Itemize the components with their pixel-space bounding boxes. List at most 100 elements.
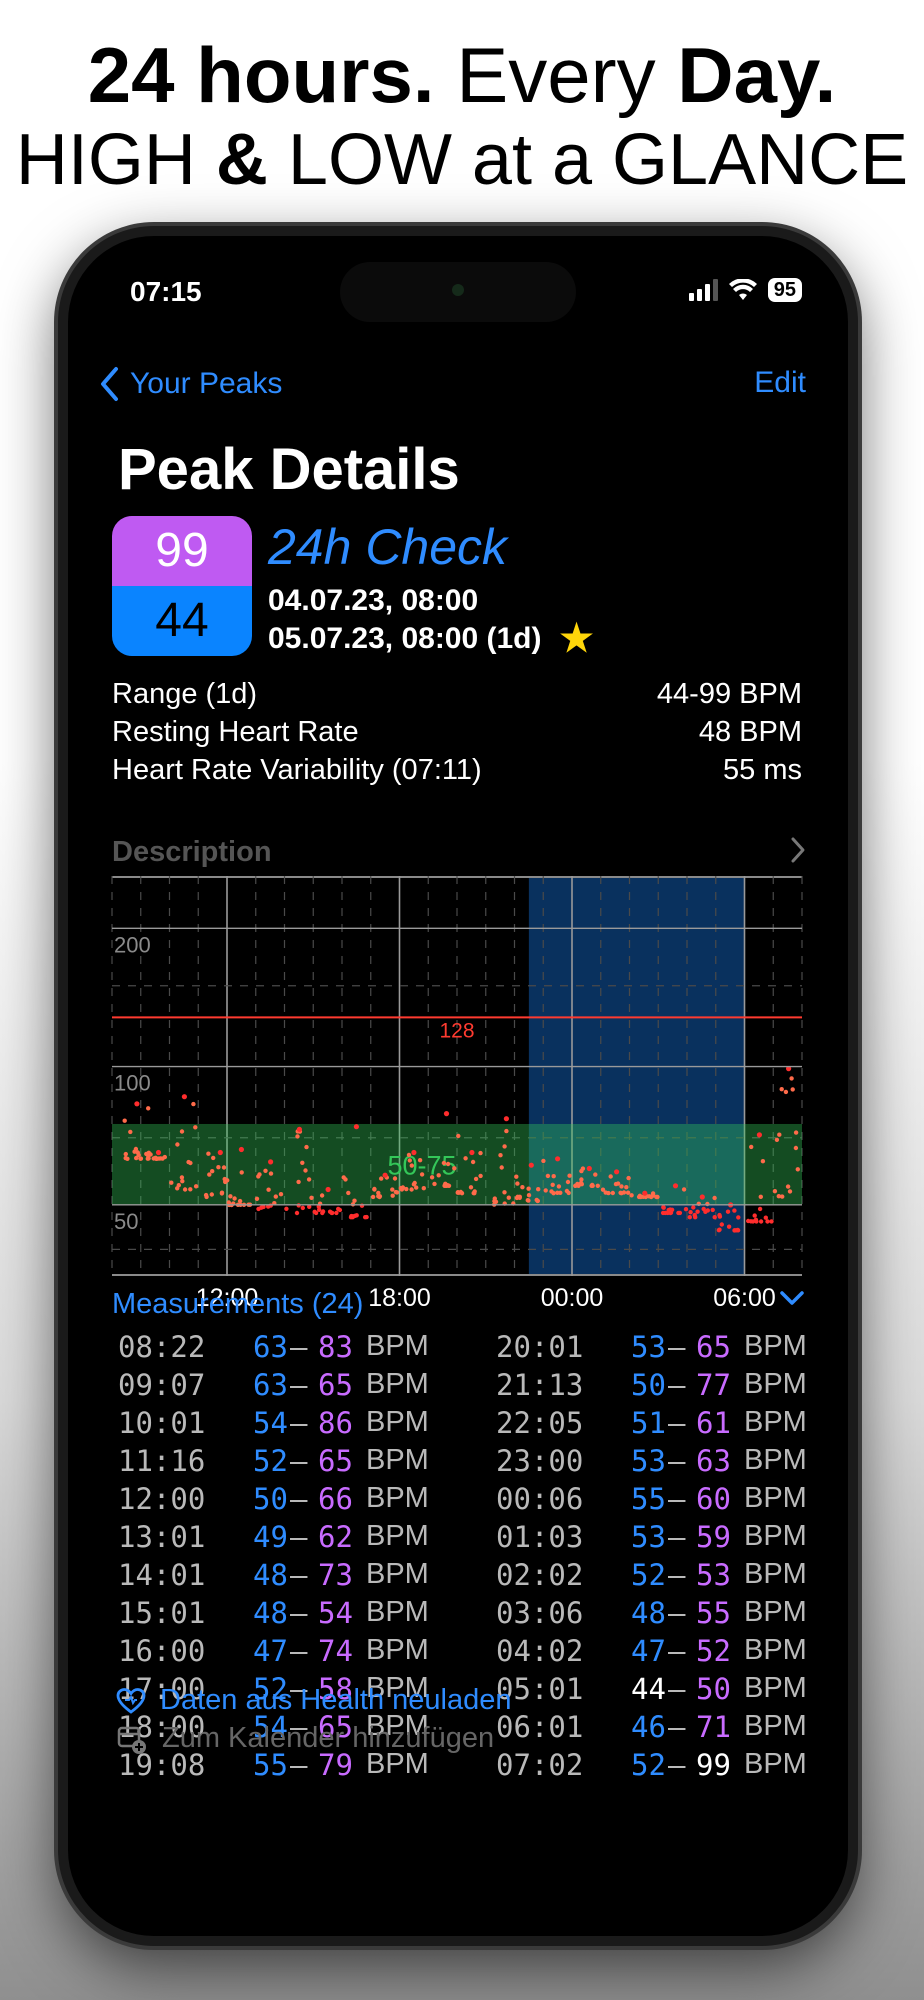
- measurement-low: 53: [631, 1444, 666, 1478]
- stat-label: Range (1d): [112, 678, 258, 710]
- measurement-low: 52: [253, 1444, 288, 1478]
- measurement-time: 08:22: [118, 1330, 206, 1364]
- data-point: [705, 1208, 710, 1213]
- measurement-row: 21:13 50–77 BPM: [496, 1368, 836, 1406]
- measurement-dash: –: [290, 1634, 308, 1668]
- edit-button[interactable]: Edit: [754, 366, 806, 400]
- data-point: [320, 1209, 326, 1214]
- data-point: [499, 1165, 504, 1170]
- measurement-row: 05:01 44–50 BPM: [496, 1672, 836, 1710]
- data-point-max: [586, 1165, 592, 1172]
- data-point: [377, 1194, 383, 1199]
- data-point: [349, 1213, 354, 1219]
- data-point-max: [528, 1162, 534, 1168]
- data-point: [219, 1190, 225, 1195]
- data-point: [456, 1133, 461, 1139]
- measurements-header[interactable]: Measurements (24): [112, 1288, 806, 1321]
- data-point: [221, 1165, 227, 1170]
- data-point: [732, 1208, 737, 1213]
- measurement-dash: –: [668, 1330, 686, 1364]
- data-point: [780, 1194, 785, 1199]
- measurement-high: 62: [318, 1520, 353, 1554]
- data-point: [372, 1187, 377, 1192]
- measurement-row: 20:01 53–65 BPM: [496, 1330, 836, 1368]
- data-point: [313, 1210, 319, 1216]
- measurement-row: 09:07 63–65 BPM: [118, 1368, 458, 1406]
- data-point: [525, 1198, 530, 1203]
- data-point: [182, 1187, 188, 1192]
- reload-health-button[interactable]: Daten aus Health neuladen: [116, 1684, 511, 1717]
- measurement-unit: BPM: [744, 1558, 807, 1590]
- data-point-max: [325, 1186, 331, 1193]
- data-point: [777, 1132, 782, 1137]
- data-point: [179, 1175, 185, 1180]
- data-point: [306, 1177, 312, 1182]
- measurement-time: 02:02: [496, 1558, 584, 1592]
- data-point: [567, 1173, 572, 1178]
- measurement-high: 83: [318, 1330, 353, 1364]
- add-to-calendar-button[interactable]: Zum Kalender hinzufügen: [116, 1722, 494, 1755]
- measurement-unit: BPM: [366, 1406, 429, 1438]
- measurement-unit: BPM: [744, 1368, 807, 1400]
- data-point: [717, 1214, 723, 1219]
- data-point: [765, 1219, 770, 1224]
- data-point: [300, 1160, 305, 1165]
- measurement-unit: BPM: [744, 1444, 807, 1476]
- heart-rate-chart[interactable]: 128 50-75 50100200 12:00 18:00 00:00 06:00: [111, 876, 803, 1312]
- data-point: [452, 1166, 457, 1171]
- peak-badge: 99 44: [112, 516, 252, 656]
- data-point: [278, 1192, 284, 1197]
- data-point-max: [614, 1169, 620, 1175]
- data-point: [748, 1219, 754, 1224]
- data-point: [676, 1210, 681, 1216]
- measurement-row: 06:01 46–71 BPM: [496, 1710, 836, 1748]
- data-point: [506, 1195, 511, 1200]
- data-point: [268, 1203, 273, 1208]
- back-button[interactable]: Your Peaks: [98, 366, 282, 402]
- data-point: [263, 1168, 268, 1173]
- measurement-time: 16:00: [118, 1634, 206, 1668]
- measurement-row: 23:00 53–63 BPM: [496, 1444, 836, 1482]
- measurement-high: 52: [696, 1634, 731, 1668]
- data-point: [551, 1174, 556, 1179]
- measurement-time: 01:03: [496, 1520, 584, 1554]
- data-point: [158, 1156, 163, 1161]
- measurement-high: 50: [696, 1672, 731, 1706]
- data-point: [520, 1185, 525, 1190]
- data-point: [695, 1209, 700, 1214]
- peak-high-value: 99: [112, 516, 252, 586]
- data-point: [772, 1189, 778, 1194]
- data-point: [216, 1165, 221, 1170]
- measurement-time: 20:01: [496, 1330, 584, 1364]
- data-point: [379, 1176, 384, 1181]
- description-row[interactable]: Description: [112, 836, 806, 869]
- data-point: [122, 1118, 127, 1123]
- data-point: [712, 1215, 717, 1220]
- measurement-unit: BPM: [366, 1482, 429, 1514]
- measurement-high: 60: [696, 1482, 731, 1516]
- data-point: [526, 1193, 532, 1198]
- data-point: [541, 1158, 546, 1164]
- data-point: [681, 1187, 687, 1192]
- data-point: [239, 1170, 244, 1175]
- measurement-time: 13:01: [118, 1520, 206, 1554]
- data-point: [725, 1209, 731, 1214]
- star-icon[interactable]: ★: [560, 620, 594, 658]
- data-point-max: [238, 1146, 244, 1153]
- data-point: [595, 1183, 600, 1188]
- data-point: [606, 1190, 611, 1196]
- data-point: [688, 1210, 693, 1215]
- measurement-low: 52: [631, 1748, 666, 1782]
- data-point: [471, 1190, 476, 1196]
- phone-frame: 07:15 95 Your Peaks Edit Peak Details 99…: [58, 226, 858, 1946]
- data-point: [419, 1172, 425, 1177]
- stat-row-resting-hr: Resting Heart Rate 48 BPM: [112, 716, 802, 752]
- measurement-unit: BPM: [744, 1330, 807, 1362]
- stat-value: 48 BPM: [698, 716, 802, 748]
- data-point: [209, 1192, 214, 1197]
- data-point: [169, 1180, 174, 1185]
- data-point: [558, 1190, 563, 1195]
- data-point: [579, 1182, 584, 1187]
- data-point: [370, 1194, 376, 1200]
- data-point: [228, 1194, 233, 1199]
